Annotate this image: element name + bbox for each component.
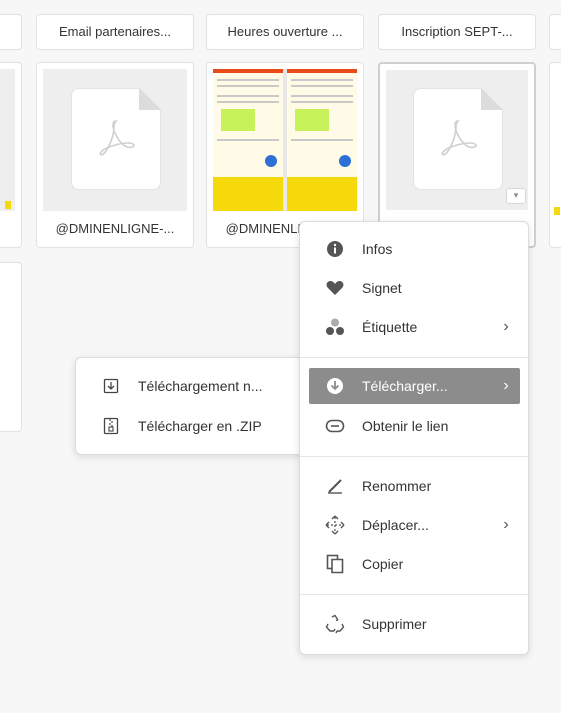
- file-tile-heures-ouverture[interactable]: Heures ouverture ...: [206, 14, 364, 50]
- file-tile-edge-left-2[interactable]: [0, 62, 22, 248]
- menu-item-deplacer[interactable]: Déplacer... ›: [300, 507, 528, 543]
- info-icon: [322, 240, 348, 258]
- move-icon: [322, 515, 348, 535]
- menu-divider: [300, 357, 528, 358]
- download-box-icon: [98, 378, 124, 394]
- file-tile-adminenligne-pdf[interactable]: @DMINENLIGNE-...: [36, 62, 194, 248]
- file-tile-inscription-sept[interactable]: Inscription SEPT-...: [378, 14, 536, 50]
- download-icon: [322, 377, 348, 395]
- thumbnail-edge: [554, 207, 560, 215]
- menu-item-label: Étiquette: [362, 319, 418, 335]
- menu-item-label: Renommer: [362, 478, 432, 494]
- menu-item-telecharger[interactable]: Télécharger... ›: [309, 368, 520, 404]
- menu-item-label: Déplacer...: [362, 517, 429, 533]
- pdf-file-icon: [71, 88, 161, 190]
- zip-icon: [98, 417, 124, 435]
- menu-item-supprimer[interactable]: Supprimer: [300, 606, 528, 642]
- download-submenu: Téléchargement n... Télécharger en .ZIP: [75, 357, 304, 455]
- menu-item-label: Téléchargement n...: [138, 378, 263, 394]
- file-context-menu: Infos Signet Étiquette › Télécharger... …: [299, 221, 529, 655]
- menu-item-label: Copier: [362, 556, 404, 572]
- copy-icon: [322, 554, 348, 574]
- file-caption: Inscription SEPT-...: [401, 24, 513, 39]
- menu-item-download-native[interactable]: Téléchargement n...: [76, 368, 303, 404]
- menu-item-label: Télécharger en .ZIP: [138, 418, 262, 434]
- file-caption: Email partenaires...: [59, 24, 171, 39]
- file-thumbnail: [43, 69, 187, 211]
- menu-item-label: Infos: [362, 241, 393, 257]
- tags-icon: [322, 318, 348, 336]
- menu-item-obtenir-lien[interactable]: Obtenir le lien: [300, 408, 528, 444]
- heart-icon: [322, 280, 348, 296]
- chevron-right-icon: ›: [503, 377, 509, 394]
- file-tile-edge-left[interactable]: [0, 14, 22, 50]
- file-caption: Heures ouverture ...: [227, 24, 343, 39]
- pencil-icon: [322, 477, 348, 495]
- file-caption: @DMINENLIGNE-...: [55, 221, 175, 236]
- poster-thumbnail: [213, 69, 357, 211]
- menu-divider: [300, 456, 528, 457]
- chevron-right-icon: ›: [503, 318, 509, 335]
- menu-item-download-zip[interactable]: Télécharger en .ZIP: [76, 408, 303, 444]
- file-tile-edge-right-2[interactable]: [549, 62, 561, 248]
- recycle-icon: [322, 614, 348, 634]
- link-icon: [322, 419, 348, 433]
- menu-item-label: Supprimer: [362, 616, 427, 632]
- menu-item-infos[interactable]: Infos: [300, 231, 528, 267]
- menu-item-renommer[interactable]: Renommer: [300, 468, 528, 504]
- menu-item-copier[interactable]: Copier: [300, 546, 528, 582]
- tile-menu-chevron-icon[interactable]: ▾: [506, 188, 526, 204]
- file-tile-email-partenaires[interactable]: Email partenaires...: [36, 14, 194, 50]
- thumbnail-edge: [5, 201, 11, 209]
- chevron-right-icon: ›: [503, 516, 509, 533]
- menu-item-signet[interactable]: Signet: [300, 270, 528, 306]
- menu-item-label: Obtenir le lien: [362, 418, 449, 434]
- file-tile-edge-left-3[interactable]: [0, 262, 22, 432]
- menu-item-label: Télécharger...: [362, 378, 448, 394]
- menu-item-etiquette[interactable]: Étiquette ›: [300, 309, 528, 345]
- menu-divider: [300, 594, 528, 595]
- menu-item-label: Signet: [362, 280, 402, 296]
- file-tile-edge-right[interactable]: [549, 14, 561, 50]
- pdf-file-icon: [413, 88, 503, 190]
